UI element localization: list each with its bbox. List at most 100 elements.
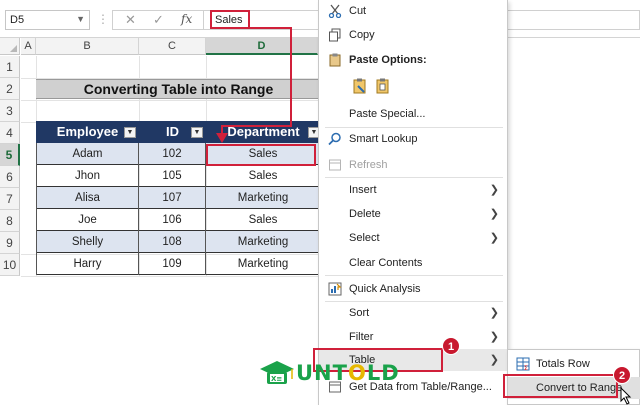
name-box[interactable]: D5 ▼	[5, 10, 90, 30]
convert-to-range-highlight	[503, 374, 618, 398]
arrow-line	[290, 27, 292, 127]
filter-dropdown-icon[interactable]: ▼	[191, 127, 203, 138]
paste-option-icon[interactable]	[352, 78, 368, 97]
formula-buttons: ✕ ✓ fx	[112, 10, 204, 30]
row-header-10[interactable]: 10	[0, 254, 20, 276]
selected-cell-highlight	[206, 144, 316, 166]
row-header-3[interactable]: 3	[0, 100, 20, 122]
menu-item-clear-contents[interactable]: Clear Contents	[319, 252, 509, 274]
menu-item-label: Delete	[349, 208, 381, 220]
menu-item-copy[interactable]: Copy	[319, 24, 509, 46]
column-header-a[interactable]: A	[21, 38, 36, 55]
arrow-head-icon	[216, 133, 228, 143]
table-cell[interactable]: Alisa	[36, 187, 139, 209]
untold-logo: X≡ UNTOLD	[258, 359, 399, 389]
table-cell[interactable]: Joe	[36, 209, 139, 231]
paste-icon	[328, 53, 342, 67]
menu-item-label: Cut	[349, 5, 367, 17]
table-cell[interactable]: 102	[139, 143, 206, 165]
chevron-right-icon: ❯	[489, 307, 499, 319]
menu-item-label: Refresh	[349, 159, 388, 171]
scissors-icon	[328, 4, 342, 19]
row-header-9[interactable]: 9	[0, 232, 20, 254]
logo-text-part: UNT	[296, 361, 348, 385]
svg-text:X≡: X≡	[271, 375, 282, 383]
menu-item-refresh: Refresh	[319, 154, 509, 176]
table-cell[interactable]: Sales	[206, 165, 321, 187]
table-icon: Σ	[516, 357, 530, 372]
column-header-d[interactable]: D	[206, 38, 318, 55]
context-menu: Cut Copy Paste Options: Paste Special...…	[318, 0, 509, 405]
column-header-c[interactable]: C	[139, 38, 206, 55]
refresh-icon	[328, 158, 342, 172]
table-cell[interactable]: Marketing	[206, 231, 321, 253]
table-row: Harry 109 Marketing	[36, 253, 321, 275]
menu-item-insert[interactable]: Insert ❯	[319, 179, 509, 201]
row-header-6[interactable]: 6	[0, 166, 20, 188]
menu-item-label: Sort	[349, 307, 370, 319]
enter-icon[interactable]: ✓	[153, 12, 164, 28]
separator-dots: ⋮	[97, 12, 110, 26]
menu-item-label: Quick Analysis	[349, 283, 421, 295]
cancel-icon[interactable]: ✕	[125, 12, 136, 28]
paste-options-heading: Paste Options:	[319, 49, 509, 71]
logo-emblem-icon: X≡	[260, 361, 294, 384]
menu-item-filter[interactable]: Filter ❯	[319, 326, 509, 348]
menu-item-label: Select	[349, 232, 380, 244]
table-cell[interactable]: Harry	[36, 253, 139, 275]
row-header-2[interactable]: 2	[0, 78, 20, 100]
table-cell[interactable]: Marketing	[206, 187, 321, 209]
chevron-down-icon[interactable]: ▼	[76, 14, 85, 24]
menu-item-quick-analysis[interactable]: Quick Analysis	[319, 278, 509, 300]
chevron-right-icon: ❯	[489, 354, 499, 366]
table-cell[interactable]: 108	[139, 231, 206, 253]
table-row: Joe 106 Sales	[36, 209, 321, 231]
menu-item-label: Smart Lookup	[349, 133, 418, 145]
row-header-4[interactable]: 4	[0, 122, 20, 144]
header-id-label: ID	[166, 124, 179, 139]
row-header-5[interactable]: 5	[0, 144, 20, 166]
step-badge-1: 1	[442, 337, 460, 355]
table-row: Alisa 107 Marketing	[36, 187, 321, 209]
table-cell[interactable]: 105	[139, 165, 206, 187]
table-cell[interactable]: Adam	[36, 143, 139, 165]
filter-dropdown-icon[interactable]: ▼	[124, 127, 136, 138]
insert-function-icon[interactable]: fx	[181, 12, 192, 26]
step-badge-2: 2	[613, 366, 631, 384]
menu-item-select[interactable]: Select ❯	[319, 227, 509, 249]
menu-item-sort[interactable]: Sort ❯	[319, 302, 509, 324]
copy-icon	[328, 28, 342, 42]
menu-item-paste-special[interactable]: Paste Special...	[319, 103, 509, 125]
chevron-right-icon: ❯	[489, 331, 499, 343]
quick-analysis-icon	[328, 282, 342, 296]
menu-item-label: Filter	[349, 331, 374, 343]
row-header-8[interactable]: 8	[0, 210, 20, 232]
arrow-line	[222, 125, 292, 127]
logo-text-o: O	[347, 361, 367, 385]
menu-separator	[325, 177, 503, 178]
svg-text:Σ: Σ	[524, 365, 528, 371]
logo-text-part: LD	[366, 361, 400, 385]
table-cell[interactable]: Sales	[206, 209, 321, 231]
table-cell[interactable]: 107	[139, 187, 206, 209]
row-header-1[interactable]: 1	[0, 56, 20, 78]
menu-item-cut[interactable]: Cut	[319, 0, 509, 22]
table-cell[interactable]: Jhon	[36, 165, 139, 187]
table-cell[interactable]: Shelly	[36, 231, 139, 253]
submenu-item-label: Totals Row	[536, 358, 590, 370]
column-header-b[interactable]: B	[36, 38, 139, 55]
table-cell[interactable]: 106	[139, 209, 206, 231]
menu-item-delete[interactable]: Delete ❯	[319, 203, 509, 225]
row-header-7[interactable]: 7	[0, 188, 20, 210]
table-row: Shelly 108 Marketing	[36, 231, 321, 253]
menu-item-smart-lookup[interactable]: Smart Lookup	[319, 128, 509, 150]
table-row: Jhon 105 Sales	[36, 165, 321, 187]
grid-line	[21, 276, 321, 277]
menu-item-label: Copy	[349, 29, 375, 41]
paste-values-icon[interactable]	[375, 78, 391, 97]
formula-value: Sales	[210, 10, 250, 29]
select-all-corner[interactable]	[0, 38, 20, 55]
table-cell[interactable]: Marketing	[206, 253, 321, 275]
mouse-cursor-icon	[620, 387, 632, 405]
table-cell[interactable]: 109	[139, 253, 206, 275]
